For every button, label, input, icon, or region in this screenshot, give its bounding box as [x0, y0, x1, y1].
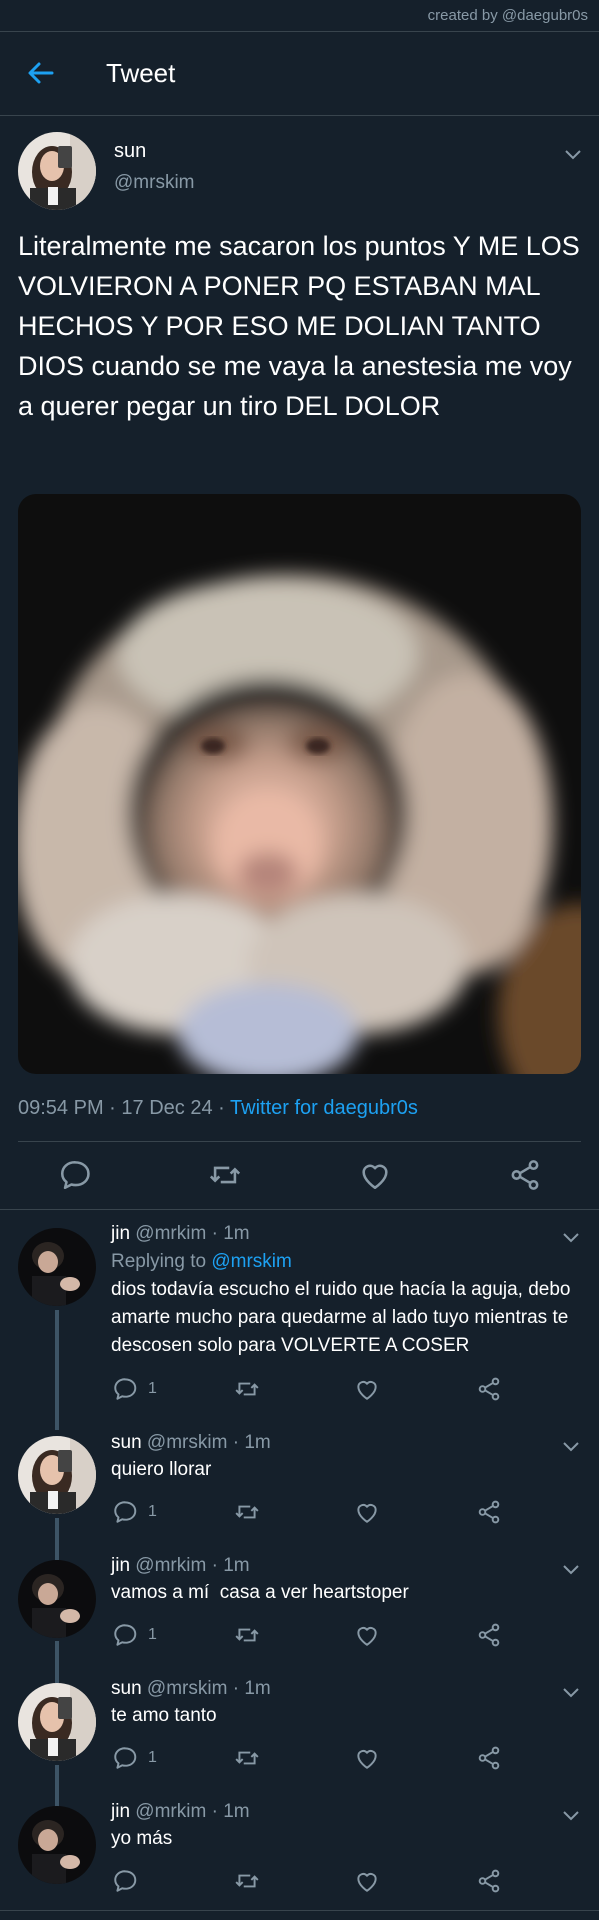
chevron-down-icon[interactable] [563, 148, 583, 162]
reply-time: 1m [244, 1432, 271, 1453]
reply-text: yo más [111, 1828, 173, 1849]
reply-header: jin @mrkim · 1m [111, 1555, 250, 1577]
share-button[interactable] [476, 1499, 502, 1525]
chevron-down-icon[interactable] [561, 1231, 581, 1245]
reply-author-handle[interactable]: @mrkim [135, 1555, 206, 1576]
retweet-button[interactable] [208, 1158, 242, 1192]
like-button[interactable] [354, 1868, 380, 1894]
reply-time: 1m [244, 1678, 271, 1699]
arrow-left-icon [28, 62, 54, 84]
reply-separator: · [232, 1678, 240, 1699]
chevron-down-icon[interactable] [561, 1440, 581, 1454]
tweet-time: 09:54 PM [18, 1097, 104, 1119]
reply-header: sun @mrskim · 1m [111, 1678, 271, 1700]
avatar-jin[interactable] [18, 1806, 96, 1884]
like-button[interactable] [354, 1376, 380, 1402]
reply-text: dios todavía escucho el ruido que hacía … [111, 1279, 571, 1356]
reply-count: 1 [148, 1503, 157, 1520]
reply-button[interactable] [112, 1376, 138, 1402]
retweet-button[interactable] [234, 1868, 260, 1894]
share-button[interactable] [508, 1158, 542, 1192]
tweet-client-link[interactable]: Twitter for daegubr0s [230, 1097, 418, 1119]
header-divider [0, 115, 599, 116]
page-title: Tweet [106, 58, 176, 88]
reply-author-name[interactable]: sun [111, 1432, 142, 1453]
reply-count: 1 [148, 1626, 157, 1643]
reply-button[interactable] [58, 1158, 92, 1192]
avatar-sun[interactable] [18, 1436, 96, 1514]
like-button[interactable] [358, 1158, 392, 1192]
chevron-down-icon[interactable] [561, 1809, 581, 1823]
avatar-jin[interactable] [18, 1560, 96, 1638]
reply-author-name[interactable]: jin [111, 1801, 130, 1822]
reply-button[interactable] [112, 1622, 138, 1648]
share-button[interactable] [476, 1622, 502, 1648]
retweet-button[interactable] [234, 1499, 260, 1525]
reply-time: 1m [223, 1223, 250, 1244]
avatar-jin[interactable] [18, 1228, 96, 1306]
actions-divider [0, 1209, 599, 1210]
reply-text: vamos a mí casa a ver heartstoper [111, 1582, 409, 1603]
reply-separator: · [232, 1432, 240, 1453]
thread-line [55, 1518, 59, 1560]
reply-text: te amo tanto [111, 1705, 217, 1726]
tweet-text: Literalmente me sacaron los puntos Y ME … [18, 231, 580, 421]
reply-separator: · [211, 1801, 218, 1822]
chevron-down-icon[interactable] [561, 1686, 581, 1700]
reply-separator: · [211, 1555, 218, 1576]
watermark: created by @daegubr0s [427, 7, 588, 24]
tweet-photo[interactable] [18, 494, 581, 1074]
replying-to-handle[interactable]: @mrskim [211, 1251, 292, 1272]
reply-author-handle[interactable]: @mrskim [147, 1678, 228, 1699]
retweet-button[interactable] [234, 1745, 260, 1771]
tweet-date: 17 Dec 24 [121, 1097, 213, 1119]
reply-text: quiero llorar [111, 1459, 212, 1480]
back-button[interactable] [26, 58, 56, 88]
thread-line [55, 1310, 59, 1430]
retweet-button[interactable] [234, 1376, 260, 1402]
reply-button[interactable] [112, 1868, 138, 1894]
reply-time: 1m [223, 1801, 250, 1822]
reply-author-name[interactable]: sun [111, 1678, 142, 1699]
share-button[interactable] [476, 1376, 502, 1402]
thread-line [55, 1765, 59, 1807]
reply-time: 1m [223, 1555, 250, 1576]
reply-author-name[interactable]: jin [111, 1223, 130, 1244]
retweet-button[interactable] [234, 1622, 260, 1648]
author-name[interactable]: sun [114, 140, 146, 163]
meta-divider [18, 1141, 581, 1142]
like-button[interactable] [354, 1499, 380, 1525]
reply-button[interactable] [112, 1499, 138, 1525]
thread-line [55, 1641, 59, 1683]
reply-author-handle[interactable]: @mrkim [135, 1801, 206, 1822]
reply-count: 1 [148, 1749, 157, 1766]
reply-header: jin @mrkim · 1m [111, 1223, 250, 1245]
reply-author-handle[interactable]: @mrkim [135, 1223, 206, 1244]
reply-author-handle[interactable]: @mrskim [147, 1432, 228, 1453]
reply-header: sun @mrskim · 1m [111, 1432, 271, 1454]
author-handle[interactable]: @mrskim [114, 172, 195, 194]
reply-button[interactable] [112, 1745, 138, 1771]
replying-to-label: Replying to [111, 1251, 207, 1272]
avatar-sun[interactable] [18, 132, 96, 210]
reply-header: jin @mrkim · 1m [111, 1801, 250, 1823]
reply-count: 1 [148, 1380, 157, 1397]
top-divider [0, 31, 599, 32]
meta-separator: · [109, 1097, 116, 1119]
tweet-meta: 09:54 PM · 17 Dec 24 · Twitter for daegu… [18, 1097, 418, 1120]
reply-author-name[interactable]: jin [111, 1555, 130, 1576]
chevron-down-icon[interactable] [561, 1563, 581, 1577]
share-button[interactable] [476, 1745, 502, 1771]
reply-separator: · [211, 1223, 218, 1244]
meta-separator: · [218, 1097, 225, 1119]
like-button[interactable] [354, 1622, 380, 1648]
replying-to: Replying to @mrskim [111, 1251, 292, 1273]
avatar-sun[interactable] [18, 1683, 96, 1761]
share-button[interactable] [476, 1868, 502, 1894]
like-button[interactable] [354, 1745, 380, 1771]
bottom-divider [0, 1910, 599, 1911]
